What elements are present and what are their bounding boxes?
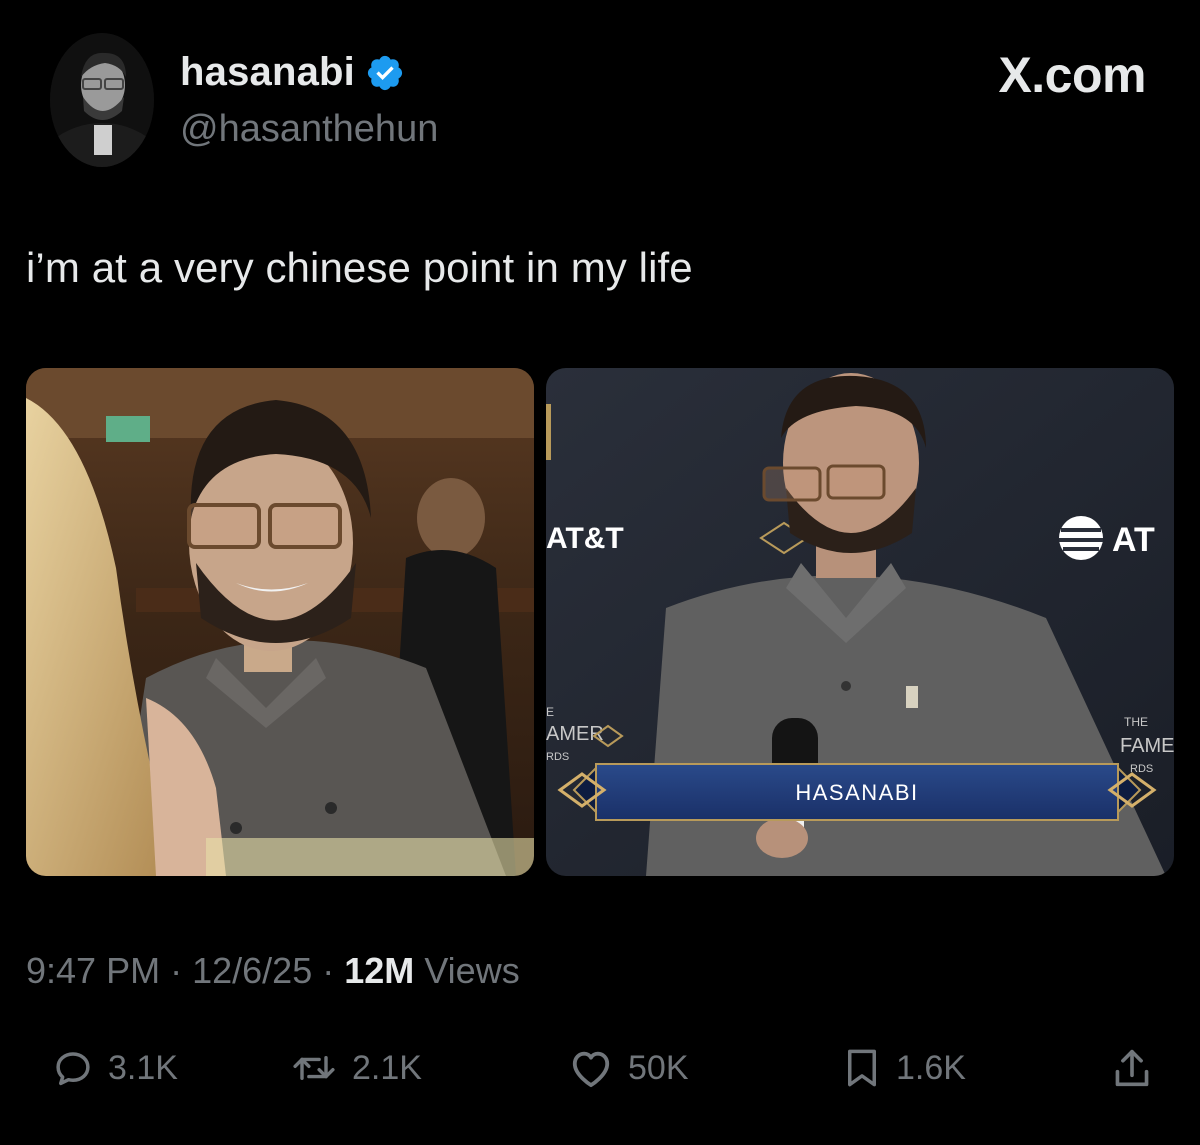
share-icon — [1112, 1046, 1152, 1090]
views-label: Views — [424, 950, 520, 991]
bookmark-count: 1.6K — [896, 1048, 966, 1087]
event-logo-right-line3: RDS — [1130, 763, 1153, 775]
reply-count: 3.1K — [108, 1048, 178, 1087]
tweet-meta: 9:47 PM · 12/6/25 · 12M Views — [26, 950, 520, 992]
meta-separator: · — [322, 950, 335, 991]
verified-badge-icon — [365, 53, 405, 93]
sponsor-text-right: AT — [1112, 521, 1155, 559]
avatar[interactable] — [50, 33, 154, 167]
share-button[interactable] — [1112, 1038, 1152, 1098]
user-handle[interactable]: @hasanthehun — [180, 108, 438, 151]
bookmark-icon — [842, 1047, 882, 1089]
media-image-left[interactable] — [26, 368, 534, 876]
tweet-date[interactable]: 12/6/25 — [192, 950, 312, 991]
tweet-text: i’m at a very chinese point in my life — [26, 244, 693, 291]
like-button[interactable]: 50K — [568, 1038, 689, 1098]
bookmark-button[interactable]: 1.6K — [842, 1038, 966, 1098]
reply-icon — [52, 1047, 94, 1089]
repost-button[interactable]: 2.1K — [290, 1038, 422, 1098]
name-banner-text: HASANABI — [795, 780, 918, 805]
repost-count: 2.1K — [352, 1048, 422, 1087]
event-logo-right-line2: FAME — [1120, 735, 1174, 757]
event-logo-left-line3: RDS — [546, 751, 569, 763]
views-count: 12M — [344, 950, 415, 991]
meta-separator: · — [170, 950, 183, 991]
like-count: 50K — [628, 1048, 689, 1087]
tweet-time[interactable]: 9:47 PM — [26, 950, 160, 991]
event-logo-right-line1: THE — [1124, 715, 1148, 729]
repost-icon — [290, 1047, 338, 1089]
event-logo-left-line1: E — [546, 705, 554, 719]
display-name[interactable]: hasanabi — [180, 50, 355, 95]
display-name-row[interactable]: hasanabi — [180, 50, 405, 95]
heart-icon — [568, 1047, 614, 1089]
x-brand-logo: X.com — [998, 47, 1146, 103]
action-bar: 3.1K 2.1K 50K 1.6K — [0, 1038, 1200, 1098]
reply-button[interactable]: 3.1K — [52, 1038, 178, 1098]
sponsor-text-left: AT&T — [546, 522, 624, 555]
media-image-right[interactable]: AT&T AT E AMER RDS THE FAME RDS HASANABI — [546, 368, 1174, 876]
